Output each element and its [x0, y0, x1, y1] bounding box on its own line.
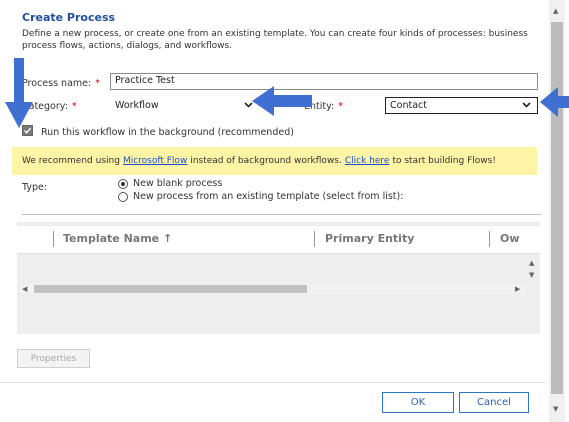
entity-select[interactable]: Contact — [385, 97, 538, 114]
column-header-primary-entity[interactable]: Primary Entity — [325, 232, 414, 245]
chevron-down-icon — [522, 101, 531, 111]
footer-divider — [0, 382, 547, 383]
entity-select-value: Contact — [390, 100, 427, 111]
flow-recommendation-banner: We recommend using Microsoft Flow instea… — [12, 147, 537, 175]
grid-scroll-up-icon[interactable]: ▲ — [529, 259, 534, 267]
radio-from-template-label[interactable]: New process from an existing template (s… — [133, 191, 403, 202]
required-marker: * — [338, 101, 343, 112]
click-here-link[interactable]: Click here — [345, 156, 390, 166]
scroll-down-icon[interactable]: ▼ — [553, 405, 558, 413]
divider — [22, 214, 541, 215]
required-marker: * — [95, 78, 100, 89]
grid-scroll-left-icon[interactable]: ◀ — [22, 285, 27, 293]
dialog-description: Define a new process, or create one from… — [22, 29, 528, 51]
process-name-input[interactable]: Practice Test — [110, 73, 538, 90]
dialog-vertical-scroll-thumb[interactable] — [551, 22, 563, 394]
cancel-button[interactable]: Cancel — [459, 392, 529, 413]
category-select-value: Workflow — [115, 100, 159, 111]
microsoft-flow-link[interactable]: Microsoft Flow — [123, 156, 187, 166]
type-label: Type: — [22, 182, 48, 193]
grid-horizontal-scroll-thumb[interactable] — [34, 285, 307, 293]
ok-button[interactable]: OK — [382, 392, 454, 413]
grid-scroll-down-icon[interactable]: ▼ — [529, 271, 534, 279]
column-header-owner[interactable]: Ow — [500, 232, 520, 245]
radio-new-blank-process-label[interactable]: New blank process — [133, 178, 222, 189]
banner-text-after: to start building Flows! — [392, 156, 496, 166]
template-grid-header: Template Name ↑ Primary Entity Ow — [17, 226, 540, 254]
banner-text-before: We recommend using — [22, 156, 120, 166]
blue-arrow-icon — [540, 87, 569, 117]
column-header-template-name[interactable]: Template Name ↑ — [63, 232, 172, 245]
grid-scroll-right-icon[interactable]: ▶ — [515, 285, 520, 293]
background-checkbox-label[interactable]: Run this workflow in the background (rec… — [41, 127, 294, 138]
required-marker: * — [71, 101, 77, 112]
scroll-up-icon[interactable]: ▲ — [553, 7, 558, 15]
radio-from-template[interactable] — [118, 192, 128, 202]
banner-text-middle: instead of background workflows. — [190, 156, 342, 166]
blue-arrow-icon — [252, 86, 312, 116]
column-separator — [53, 231, 54, 247]
blue-arrow-icon — [5, 58, 33, 128]
column-separator — [314, 231, 315, 247]
category-select[interactable]: Workflow — [110, 97, 260, 114]
column-separator — [489, 231, 490, 247]
properties-button[interactable]: Properties — [17, 349, 90, 368]
dialog-title: Create Process — [22, 11, 116, 24]
radio-new-blank-process[interactable] — [118, 179, 128, 189]
